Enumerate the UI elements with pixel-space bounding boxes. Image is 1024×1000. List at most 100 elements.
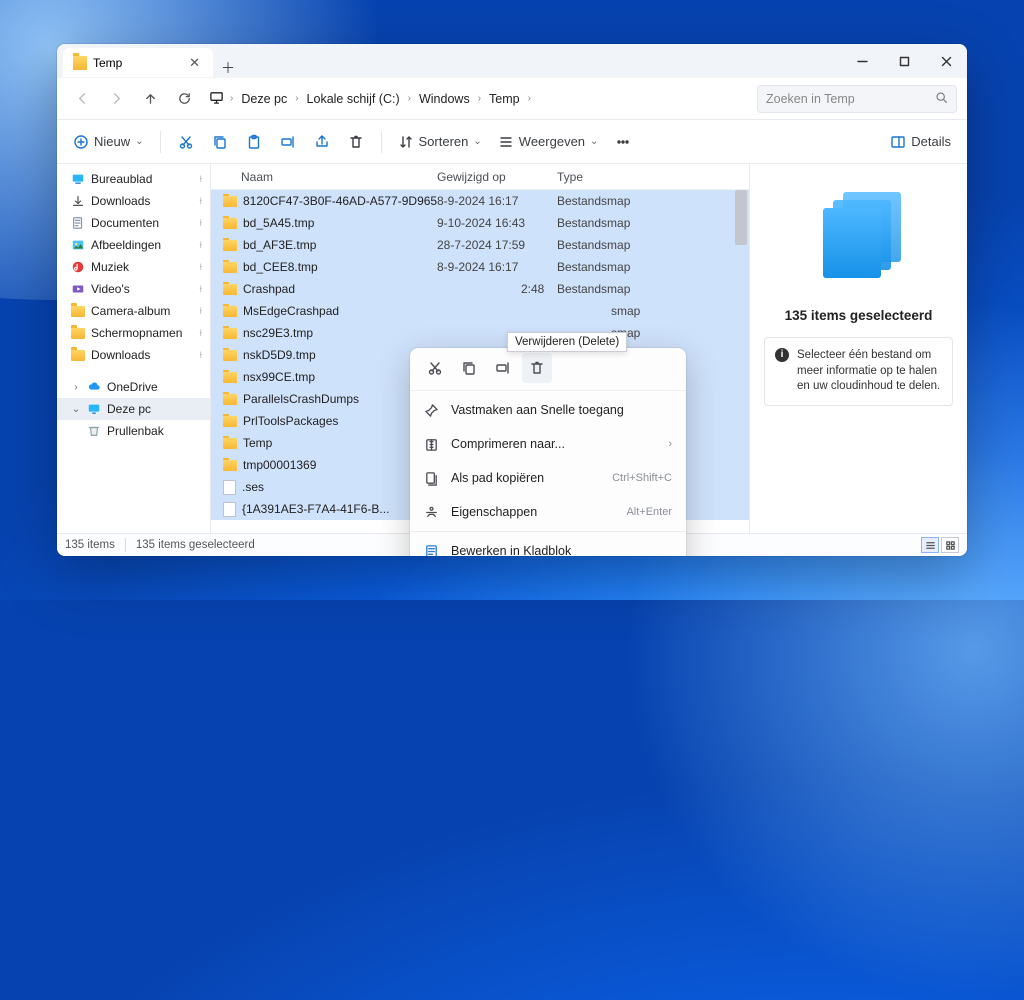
- ctx-cut-button[interactable]: [420, 353, 450, 383]
- nav-item-camera-album[interactable]: Camera-album⟊: [57, 300, 210, 322]
- table-row[interactable]: bd_AF3E.tmp28-7-2024 17:59Bestandsmap: [211, 234, 749, 256]
- ctx-copy-button[interactable]: [454, 353, 484, 383]
- breadcrumb-item[interactable]: Windows: [417, 89, 472, 109]
- table-row[interactable]: 8120CF47-3B0F-46AD-A577-9D96569DA1662e..…: [211, 190, 749, 212]
- search-icon: [935, 91, 948, 107]
- ctx-delete-button[interactable]: [522, 353, 552, 383]
- more-button[interactable]: [608, 127, 638, 157]
- selection-title: 135 items geselecteerd: [785, 308, 933, 323]
- context-menu: Vastmaken aan Snelle toegang Comprimeren…: [410, 348, 686, 556]
- rename-button[interactable]: [273, 127, 303, 157]
- breadcrumb-item[interactable]: Lokale schijf (C:): [305, 89, 402, 109]
- ctx-properties-button[interactable]: EigenschappenAlt+Enter: [410, 495, 686, 529]
- paste-button[interactable]: [239, 127, 269, 157]
- scrollbar-thumb[interactable]: [735, 190, 747, 245]
- nav-item-downloads[interactable]: Downloads⟊: [57, 190, 210, 212]
- info-hint: i Selecteer één bestand om meer informat…: [764, 337, 953, 406]
- col-modified[interactable]: Gewijzigd op: [437, 170, 557, 184]
- nav-item-documenten[interactable]: Documenten⟊: [57, 212, 210, 234]
- chevron-icon: ⌄: [71, 404, 81, 415]
- nav-refresh-button[interactable]: [169, 84, 199, 114]
- share-button[interactable]: [307, 127, 337, 157]
- column-headers[interactable]: Naam Gewijzigd op Type: [211, 164, 749, 190]
- tab-temp[interactable]: Temp ✕: [63, 48, 213, 78]
- ctx-compress-button[interactable]: Comprimeren naar...›: [410, 427, 686, 461]
- new-tab-button[interactable]: ＋: [213, 58, 243, 78]
- folder-icon: [223, 240, 237, 251]
- chevron-down-icon: ⌄: [473, 136, 481, 147]
- chevron-right-icon[interactable]: ›: [474, 93, 485, 104]
- window-minimize-button[interactable]: [841, 44, 883, 78]
- info-icon: i: [775, 348, 789, 362]
- new-button[interactable]: Nieuw ⌄: [67, 127, 150, 157]
- ctx-edit-notepad-button[interactable]: Bewerken in Kladblok: [410, 534, 686, 556]
- search-input[interactable]: Zoeken in Temp: [757, 85, 957, 113]
- nav-item-schermopnamen[interactable]: Schermopnamen⟊: [57, 322, 210, 344]
- table-row[interactable]: Crashpad2:48Bestandsmap: [211, 278, 749, 300]
- chevron-right-icon[interactable]: ›: [404, 93, 415, 104]
- nav-item-video's[interactable]: Video's⟊: [57, 278, 210, 300]
- nav-forward-button[interactable]: [101, 84, 131, 114]
- pin-icon: ⟊: [199, 196, 202, 207]
- toolbar: Nieuw ⌄ Sorteren⌄ Weergeven⌄ Details: [57, 120, 967, 164]
- pc-icon: [209, 90, 224, 108]
- breadcrumb-item[interactable]: Temp: [487, 89, 522, 109]
- ctx-copy-path-button[interactable]: Als pad kopiërenCtrl+Shift+C: [410, 461, 686, 495]
- tooltip: Verwijderen (Delete): [507, 332, 627, 352]
- copy-button[interactable]: [205, 127, 235, 157]
- ctx-pin-button[interactable]: Vastmaken aan Snelle toegang: [410, 393, 686, 427]
- tab-close-button[interactable]: ✕: [186, 53, 203, 73]
- pin-icon: ⟊: [199, 350, 202, 361]
- breadcrumb-item[interactable]: Deze pc: [239, 89, 289, 109]
- window-maximize-button[interactable]: [883, 44, 925, 78]
- nav-item-afbeeldingen[interactable]: Afbeeldingen⟊: [57, 234, 210, 256]
- table-row[interactable]: bd_CEE8.tmp8-9-2024 16:17Bestandsmap: [211, 256, 749, 278]
- breadcrumb: › Deze pc › Lokale schijf (C:) › Windows…: [203, 89, 753, 109]
- pin-icon: ⟊: [199, 262, 202, 273]
- chevron-right-icon[interactable]: ›: [291, 93, 302, 104]
- ctx-rename-button[interactable]: [488, 353, 518, 383]
- folder-icon: [223, 372, 237, 383]
- folder-icon: [223, 416, 237, 427]
- tab-title: Temp: [93, 56, 122, 70]
- nav-group-deze pc[interactable]: ⌄Deze pc: [57, 398, 210, 420]
- chevron-right-icon: ›: [668, 438, 672, 450]
- nav-group-prullenbak[interactable]: Prullenbak: [57, 420, 210, 442]
- nav-back-button[interactable]: [67, 84, 97, 114]
- cut-button[interactable]: [171, 127, 201, 157]
- table-row[interactable]: MsEdgeCrashpadsmap: [211, 300, 749, 322]
- nav-up-button[interactable]: [135, 84, 165, 114]
- folder-icon: [223, 350, 237, 361]
- pin-icon: ⟊: [199, 284, 202, 295]
- sort-button[interactable]: Sorteren⌄: [392, 127, 488, 157]
- context-mini-toolbar: [410, 348, 686, 388]
- navigation-pane: Bureaublad⟊Downloads⟊Documenten⟊Afbeeldi…: [57, 164, 211, 533]
- view-button[interactable]: Weergeven⌄: [492, 127, 605, 157]
- nav-item-bureaublad[interactable]: Bureaublad⟊: [57, 168, 210, 190]
- col-name[interactable]: Naam: [211, 170, 437, 184]
- folder-icon: [223, 438, 237, 449]
- status-count: 135 items: [65, 539, 115, 551]
- col-type[interactable]: Type: [557, 170, 735, 184]
- navigation-row: › Deze pc › Lokale schijf (C:) › Windows…: [57, 78, 967, 120]
- nav-item-downloads[interactable]: Downloads⟊: [57, 344, 210, 366]
- folder-icon: [223, 306, 237, 317]
- nav-group-onedrive[interactable]: ›OneDrive: [57, 376, 210, 398]
- delete-button[interactable]: [341, 127, 371, 157]
- chevron-icon: ›: [71, 382, 81, 393]
- scrollbar[interactable]: [735, 190, 747, 533]
- chevron-right-icon[interactable]: ›: [226, 93, 237, 104]
- details-pane: 135 items geselecteerd i Selecteer één b…: [749, 164, 967, 533]
- explorer-window: Temp ✕ ＋ › Deze pc › Lokale schijf (C:) …: [57, 44, 967, 556]
- folder-icon: [223, 196, 237, 207]
- table-row[interactable]: bd_5A45.tmp9-10-2024 16:43Bestandsmap: [211, 212, 749, 234]
- table-row[interactable]: nsc29E3.tmpsmap: [211, 322, 749, 344]
- window-close-button[interactable]: [925, 44, 967, 78]
- pin-icon: ⟊: [199, 328, 202, 339]
- large-icons-view-button[interactable]: [941, 537, 959, 553]
- details-pane-button[interactable]: Details: [884, 127, 957, 157]
- chevron-right-icon[interactable]: ›: [524, 93, 535, 104]
- details-view-button[interactable]: [921, 537, 939, 553]
- pin-icon: ⟊: [199, 306, 202, 317]
- nav-item-muziek[interactable]: Muziek⟊: [57, 256, 210, 278]
